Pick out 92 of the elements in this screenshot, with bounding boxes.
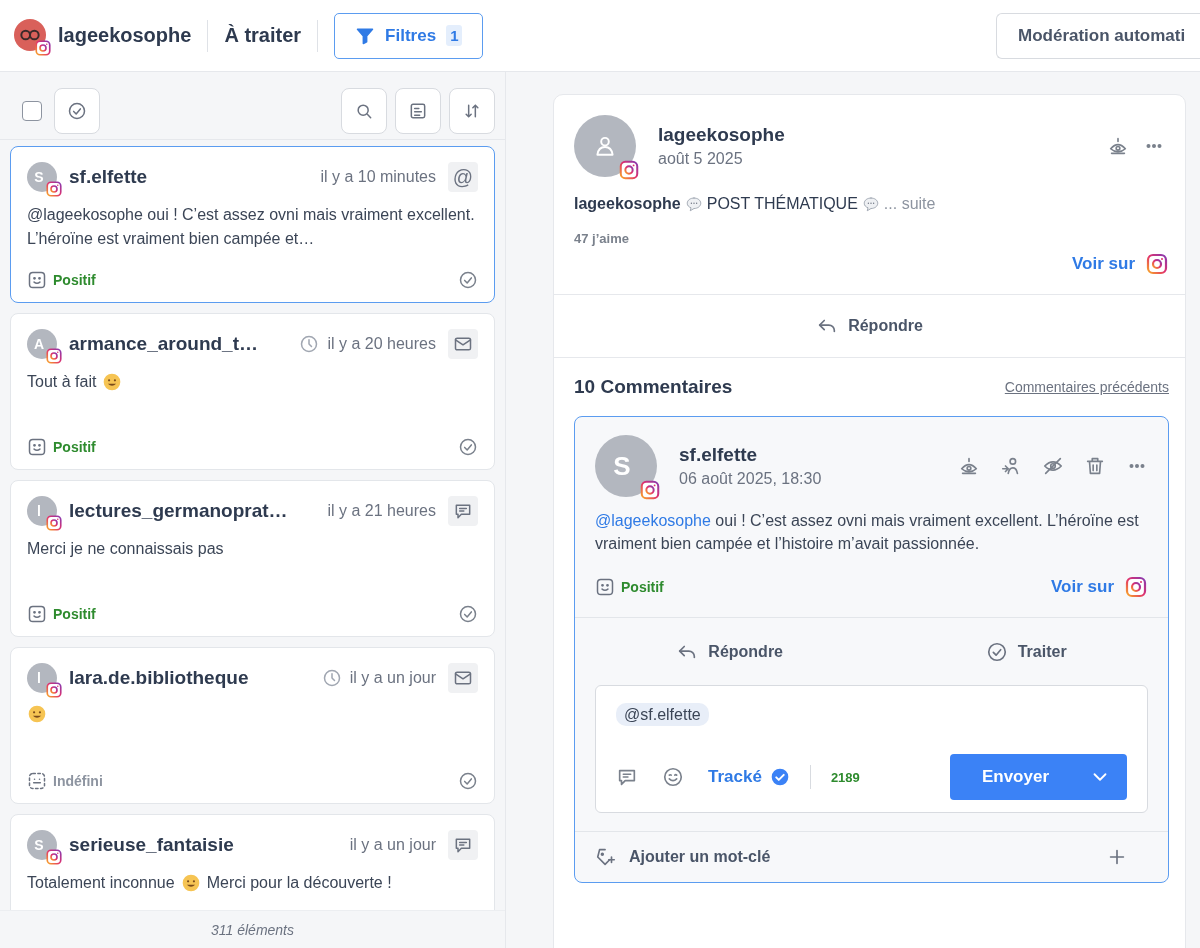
check-circle-icon <box>458 604 478 624</box>
instagram-icon <box>1145 252 1169 276</box>
check-circle-icon <box>458 771 478 791</box>
instagram-icon <box>45 848 63 866</box>
avatar: S <box>595 435 657 497</box>
eye-icon[interactable] <box>958 455 980 477</box>
item-count: 311 éléments <box>211 921 294 938</box>
message-card[interactable]: S serieuse_fantaisie il y a un jour Totalement inconnue Merci pour la découverte ! <box>10 814 495 910</box>
trash-icon[interactable] <box>1084 455 1106 477</box>
add-keyword-button[interactable]: Ajouter un mot-clé <box>575 831 1168 882</box>
sort-button[interactable] <box>449 87 495 134</box>
message-text: Tout à fait <box>27 372 97 392</box>
instagram-icon <box>618 159 640 181</box>
mention-badge: @ <box>448 162 478 192</box>
auto-moderation-button[interactable]: Modération automati <box>996 12 1200 59</box>
sentiment-label: Positif <box>53 439 96 455</box>
view-on-instagram-link[interactable]: Voir sur <box>1051 575 1148 599</box>
caption-author: lageekosophe <box>574 195 681 213</box>
author-name: serieuse_fantaisie <box>69 834 234 856</box>
instagram-icon <box>45 681 63 699</box>
timestamp: il y a un jour <box>349 836 436 854</box>
timestamp: il y a 20 heures <box>327 335 436 353</box>
search-button[interactable] <box>341 87 387 134</box>
instagram-icon <box>45 514 63 532</box>
sentiment-label: Positif <box>621 579 664 595</box>
instagram-icon <box>639 479 661 501</box>
speech-bubble-icon <box>684 195 703 213</box>
timestamp: il y a 10 minutes <box>320 168 436 186</box>
sentiment-label: Positif <box>53 606 96 622</box>
mention-link[interactable]: @lageekosophe <box>595 512 711 529</box>
check-circle-icon <box>67 100 87 121</box>
smiley-icon <box>595 577 615 597</box>
author-name: sf.elfette <box>679 444 759 466</box>
instagram-icon <box>45 180 63 198</box>
select-all-checkbox[interactable] <box>22 100 42 121</box>
message-text: Merci je ne connaissais pas <box>27 539 224 559</box>
likes-count: 47 j’aime <box>573 230 630 246</box>
message-text: Merci pour la découverte ! <box>206 873 392 893</box>
author-name: lectures_germanoprat… <box>69 500 288 522</box>
process-button[interactable]: Traiter <box>979 639 1073 664</box>
emoji-icon <box>102 372 123 392</box>
tracked-toggle[interactable]: Tracké <box>708 767 790 787</box>
message-card[interactable]: l lectures_germanoprat… il y a 21 heures Merci je ne connaissais pas Positif <box>10 480 495 637</box>
reply-field[interactable]: @sf.elfette Tracké 2189 Envoyer <box>595 685 1148 813</box>
instagram-icon <box>45 347 63 365</box>
sentiment-label: Indéfini <box>53 773 103 789</box>
tag-icon <box>595 846 617 868</box>
check-circle-icon <box>458 270 478 290</box>
hide-icon[interactable] <box>1042 455 1064 477</box>
account-name: lageekosophe <box>58 24 192 47</box>
emoji-icon <box>27 704 47 724</box>
filter-button[interactable]: Filtres 1 <box>334 12 484 59</box>
eye-icon[interactable] <box>1107 135 1129 157</box>
author-name: sf.elfette <box>69 166 148 188</box>
message-text: Totalement inconnue <box>27 873 175 893</box>
speech-bubble-icon <box>861 195 880 213</box>
message-card[interactable]: A armance_around_t… il y a 20 heures Tout à fait Positif <box>10 313 495 470</box>
message-text: @lageekosophe oui ! C’est assez ovni mais vraiment excellent. L’héroïne est vraiment bien campée et… <box>27 205 476 249</box>
sentiment-label: Positif <box>53 272 96 288</box>
view-on-instagram-link[interactable]: Voir sur <box>1072 252 1169 276</box>
comment-date: 06 août 2025, 18:30 <box>679 470 822 488</box>
author-name: lageekosophe <box>658 124 785 146</box>
comments-title: 10 Commentaires <box>574 376 733 398</box>
timestamp: il y a 21 heures <box>327 502 436 520</box>
post-date: août 5 2025 <box>658 150 744 168</box>
reply-button[interactable]: Répondre <box>810 314 929 338</box>
details-button[interactable] <box>395 87 441 134</box>
reply-button[interactable]: Répondre <box>670 639 789 664</box>
message-card[interactable]: S sf.elfette il y a 10 minutes @ @lageekosophe oui ! C’est assez ovni mais vraiment excellent. L’héroïne est vraiment bien campée et… Positif <box>10 146 495 303</box>
author-name: armance_around_t… <box>69 333 258 355</box>
filter-count: 1 <box>446 25 463 46</box>
send-button[interactable]: Envoyer <box>949 754 1127 800</box>
smiley-icon <box>27 270 47 290</box>
mention-tag: @sf.elfette <box>616 703 709 726</box>
check-circle-icon <box>458 437 478 457</box>
smiley-icon <box>27 437 47 457</box>
message-card[interactable]: l lara.de.bibliotheque il y a un jour Indéfini <box>10 647 495 804</box>
instagram-icon <box>34 38 52 57</box>
timestamp: il y a un jour <box>349 669 436 687</box>
check-circle-icon <box>985 640 1008 663</box>
instagram-icon <box>1124 575 1148 599</box>
smiley-icon <box>27 604 47 624</box>
author-name: lara.de.bibliotheque <box>69 667 249 689</box>
mark-done-button[interactable] <box>54 87 100 134</box>
character-count: 2189 <box>830 769 860 785</box>
comment-text: @lageekosophe oui ! C’est assez ovni mais vraiment excellent. L’héroïne est vraiment bien campée et l’histoire m’avait passionnée. <box>595 511 1140 554</box>
caption-text: POST THÉMATIQUE <box>706 195 858 213</box>
previous-comments-link[interactable]: Commentaires précédents <box>1004 379 1169 395</box>
dashed-face-icon <box>27 771 47 791</box>
view-title: À traiter <box>224 24 302 47</box>
emoji-icon <box>180 873 201 893</box>
emoji-picker-icon[interactable] <box>662 766 684 788</box>
